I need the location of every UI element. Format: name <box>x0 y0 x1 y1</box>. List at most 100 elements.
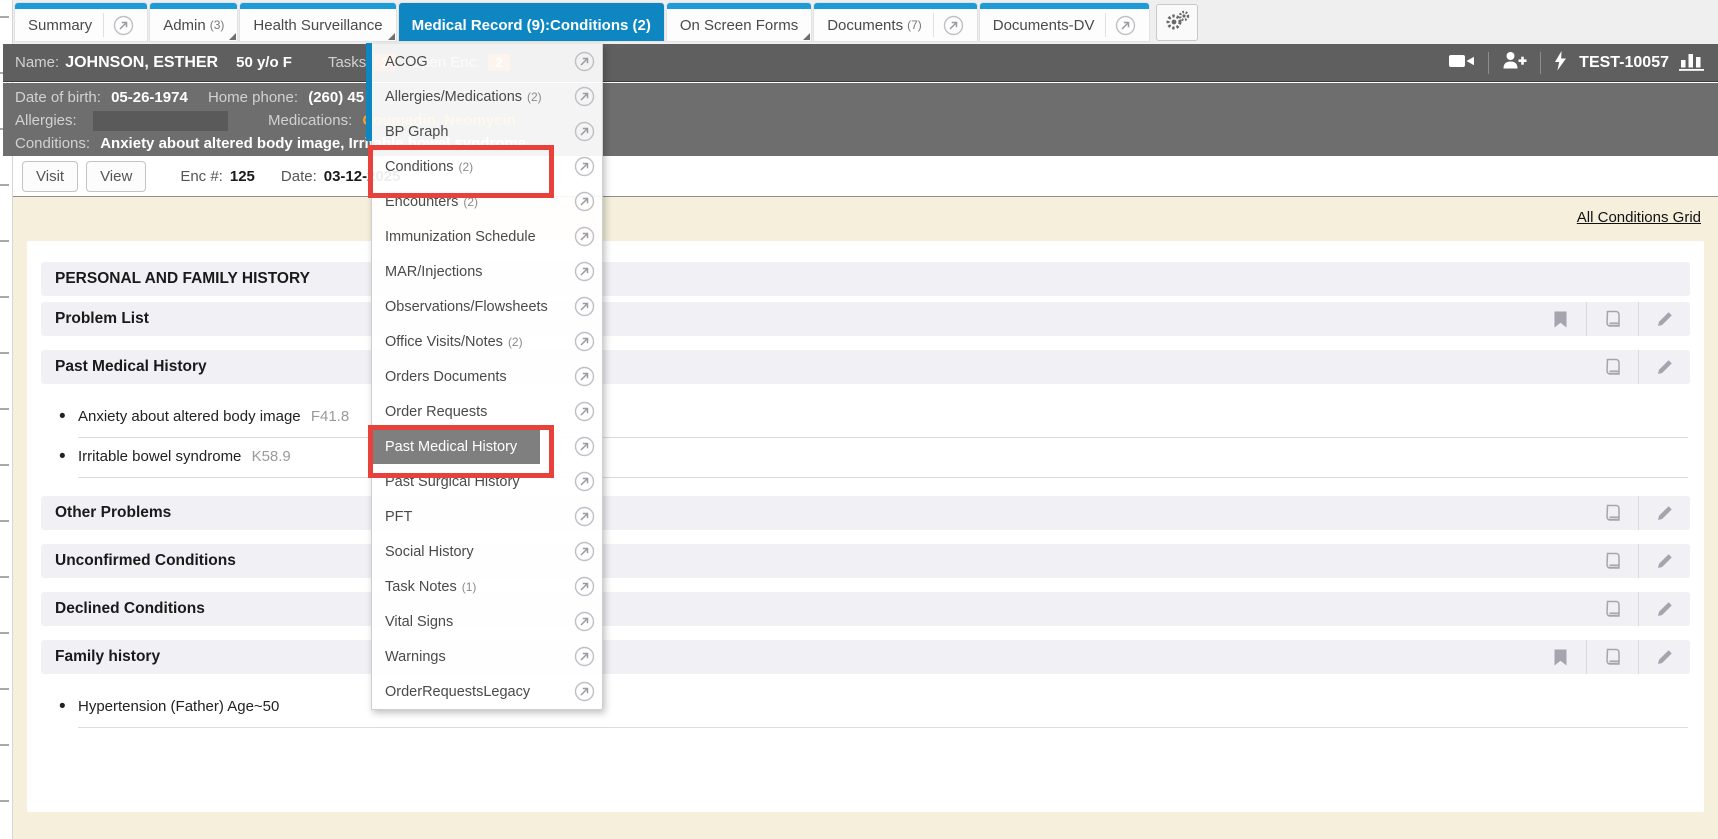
menu-item-label: ACOG <box>385 54 428 70</box>
medications-label: Medications: <box>268 112 352 129</box>
menu-item-label: Observations/Flowsheets <box>385 299 548 315</box>
tab[interactable]: Summary <box>15 3 147 41</box>
book-icon[interactable] <box>1586 496 1638 530</box>
bookmark-icon[interactable] <box>1534 640 1586 674</box>
open-in-new-icon[interactable] <box>574 646 595 667</box>
section-icon-group <box>1534 640 1690 674</box>
menu-item[interactable]: OrderRequestsLegacy <box>372 674 602 709</box>
edit-pencil-icon[interactable] <box>1638 496 1690 530</box>
edit-pencil-icon[interactable] <box>1638 592 1690 626</box>
section-icon-group <box>1586 350 1690 384</box>
lightning-bolt-icon[interactable] <box>1554 51 1567 75</box>
bar-chart-icon[interactable] <box>1679 50 1704 75</box>
menu-item[interactable]: Social History <box>372 534 602 569</box>
open-in-new-icon[interactable] <box>574 436 595 457</box>
menu-item[interactable]: Warnings <box>372 639 602 674</box>
open-in-new-icon[interactable] <box>574 121 595 142</box>
menu-item[interactable]: MAR/Injections <box>372 254 602 289</box>
edit-pencil-icon[interactable] <box>1638 640 1690 674</box>
tab-count: (3) <box>210 18 225 32</box>
name-label: Name: <box>15 54 59 71</box>
video-camera-icon[interactable] <box>1449 52 1475 74</box>
tab[interactable]: Documents-DV <box>980 3 1150 41</box>
book-icon[interactable] <box>1586 302 1638 336</box>
menu-item[interactable]: Order Requests <box>372 394 602 429</box>
menu-item[interactable]: Vital Signs <box>372 604 602 639</box>
open-in-new-icon[interactable] <box>574 51 595 72</box>
open-in-new-icon[interactable] <box>113 15 134 36</box>
menu-item[interactable]: Conditions (2) <box>372 149 602 184</box>
section: Unconfirmed Conditions <box>41 544 1690 578</box>
tab-label: Admin <box>163 17 206 34</box>
menu-item[interactable]: Office Visits/Notes (2) <box>372 324 602 359</box>
patient-age-sex: 50 y/o F <box>236 54 292 71</box>
menu-item[interactable]: ACOG <box>372 44 602 79</box>
all-conditions-grid-link[interactable]: All Conditions Grid <box>1577 209 1701 226</box>
section-icon-group <box>1586 496 1690 530</box>
menu-item[interactable]: Encounters (2) <box>372 184 602 219</box>
section-title: Problem List <box>55 310 149 328</box>
open-in-new-icon[interactable] <box>574 681 595 702</box>
tab-divider <box>1105 13 1106 37</box>
view-button[interactable]: View <box>86 161 146 192</box>
open-in-new-icon[interactable] <box>574 611 595 632</box>
open-in-new-icon[interactable] <box>574 191 595 212</box>
tab[interactable]: Health Surveillance <box>240 3 395 41</box>
menu-item[interactable]: Task Notes (1) <box>372 569 602 604</box>
menu-item[interactable]: Past Medical History <box>372 429 602 464</box>
tab[interactable]: Documents (7) <box>814 3 977 41</box>
book-icon[interactable] <box>1586 350 1638 384</box>
open-in-new-icon[interactable] <box>574 576 595 597</box>
add-person-icon[interactable] <box>1502 51 1527 74</box>
condition-list: Hypertension (Father) Age~50 <box>78 688 1688 728</box>
open-in-new-icon[interactable] <box>574 471 595 492</box>
book-icon[interactable] <box>1586 640 1638 674</box>
visit-button[interactable]: Visit <box>22 161 78 192</box>
menu-item[interactable]: Allergies/Medications (2) <box>372 79 602 114</box>
section-header: Past Medical History <box>41 350 1690 384</box>
edit-pencil-icon[interactable] <box>1638 350 1690 384</box>
open-in-new-icon[interactable] <box>574 261 595 282</box>
section-title: Other Problems <box>55 504 171 522</box>
settings-button[interactable] <box>1156 4 1198 41</box>
section-title: Family history <box>55 648 160 666</box>
menu-item[interactable]: Past Surgical History <box>372 464 602 499</box>
tab-label: Documents-DV <box>993 17 1095 34</box>
tab[interactable]: On Screen Forms <box>667 3 811 41</box>
open-in-new-icon[interactable] <box>574 156 595 177</box>
gears-icon <box>1164 10 1190 35</box>
section-icon-group <box>1534 302 1690 336</box>
open-in-new-icon[interactable] <box>943 15 964 36</box>
section-icon-group <box>1586 592 1690 626</box>
menu-item[interactable]: BP Graph <box>372 114 602 149</box>
book-icon[interactable] <box>1586 544 1638 578</box>
menu-item-count: (2) <box>508 335 523 349</box>
dob-label: Date of birth: <box>15 89 101 106</box>
menu-item[interactable]: Orders Documents <box>372 359 602 394</box>
open-in-new-icon[interactable] <box>574 506 595 527</box>
edit-pencil-icon[interactable] <box>1638 302 1690 336</box>
tab[interactable]: Admin (3) <box>150 3 237 41</box>
menu-item-label: Order Requests <box>385 404 487 420</box>
tab-label: Health Surveillance <box>253 17 382 34</box>
divider <box>1488 52 1489 74</box>
bookmark-icon[interactable] <box>1534 302 1586 336</box>
menu-item-label: PFT <box>385 509 412 525</box>
open-in-new-icon[interactable] <box>574 226 595 247</box>
open-in-new-icon[interactable] <box>574 331 595 352</box>
tab[interactable]: Medical Record (9):Conditions (2) <box>399 3 664 41</box>
open-in-new-icon[interactable] <box>1115 15 1136 36</box>
open-in-new-icon[interactable] <box>574 401 595 422</box>
open-in-new-icon[interactable] <box>574 541 595 562</box>
book-icon[interactable] <box>1586 592 1638 626</box>
menu-item[interactable]: Immunization Schedule <box>372 219 602 254</box>
open-in-new-icon[interactable] <box>574 86 595 107</box>
menu-item[interactable]: Observations/Flowsheets <box>372 289 602 324</box>
open-in-new-icon[interactable] <box>574 366 595 387</box>
tab-divider <box>933 13 934 37</box>
menu-item[interactable]: PFT <box>372 499 602 534</box>
open-in-new-icon[interactable] <box>574 296 595 317</box>
menu-item-label: OrderRequestsLegacy <box>385 684 530 700</box>
tab-label: Documents <box>827 17 903 34</box>
edit-pencil-icon[interactable] <box>1638 544 1690 578</box>
